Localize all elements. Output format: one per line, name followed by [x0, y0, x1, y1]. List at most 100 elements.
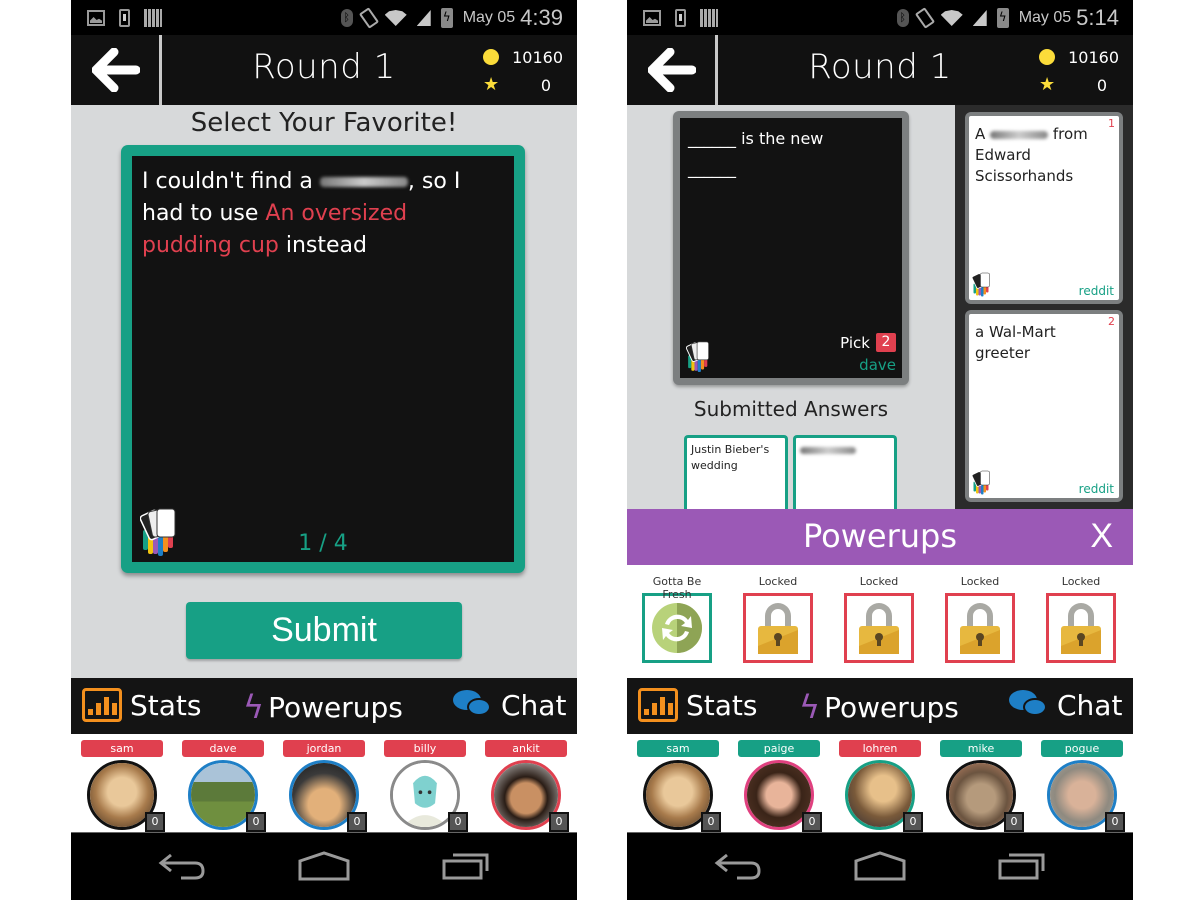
- tab-powerups[interactable]: ϟ Powerups: [799, 688, 959, 726]
- nav-back-icon[interactable]: [157, 851, 207, 881]
- app-header: Round 1 10160 ★ 0: [627, 35, 1133, 105]
- player-item[interactable]: lohren 0: [839, 740, 923, 832]
- status-time: 5:14: [1076, 5, 1119, 30]
- wifi-icon: [941, 10, 963, 26]
- player-item[interactable]: sam 0: [637, 740, 721, 832]
- powerup-label: Locked: [960, 575, 1000, 588]
- player-name: paige: [738, 740, 820, 757]
- player-name: sam: [81, 740, 163, 757]
- player-score: 0: [903, 812, 923, 832]
- player-score: 0: [549, 812, 569, 832]
- hand-card[interactable]: A from Edward Scissorhands 1 reddit: [965, 112, 1123, 304]
- hand-card-text-start: A: [975, 125, 986, 143]
- lightning-icon: ϟ: [799, 688, 821, 726]
- bluetooth-icon: ᛒ: [340, 9, 353, 27]
- player-item[interactable]: mike 0: [940, 740, 1024, 832]
- phone-screen-select-favorite: ᛒ May 05 4:39 Round 1 10160 ★ 0: [71, 0, 577, 900]
- powerup-label: Locked: [758, 575, 798, 588]
- hand-card-text: a Wal-Mart greeter: [975, 323, 1056, 362]
- tab-label: Powerups: [824, 690, 959, 724]
- powerups-panel-header: Powerups X: [627, 509, 1133, 565]
- powerup-item[interactable]: Locked: [839, 575, 919, 663]
- usb-notification-icon: [675, 9, 686, 27]
- tab-label: Chat: [501, 688, 567, 722]
- prompt-card: ______ is the new ______ Pick 2 dave: [673, 111, 909, 385]
- player-score: 0: [145, 812, 165, 832]
- hand-card[interactable]: a Wal-Mart greeter 2 reddit: [965, 310, 1123, 502]
- nav-recent-apps-icon[interactable]: [997, 851, 1047, 881]
- coin-count: 10160: [1068, 47, 1119, 67]
- player-score: 0: [347, 812, 367, 832]
- close-powerups-button[interactable]: X: [1090, 517, 1113, 556]
- system-nav-bar: [627, 832, 1133, 900]
- player-name: dave: [182, 740, 264, 757]
- coin-icon: [1039, 49, 1055, 65]
- player-name: billy: [384, 740, 466, 757]
- gallery-notification-icon: [643, 10, 661, 26]
- back-button[interactable]: [71, 35, 160, 105]
- prompt-text: ______ is the new ______: [688, 124, 894, 184]
- status-date: May 05: [462, 9, 516, 26]
- tab-label: Powerups: [268, 690, 403, 724]
- pick-indicator: Pick 2: [840, 333, 896, 352]
- powerup-item[interactable]: Locked: [1041, 575, 1121, 663]
- player-list: sam 0 dave 0 jordan 0 billy 0 ankit 0: [71, 734, 577, 832]
- submit-button[interactable]: Submit: [186, 602, 462, 659]
- powerup-item[interactable]: Locked: [738, 575, 818, 663]
- lock-icon: [859, 603, 899, 654]
- redacted-answer: [800, 446, 856, 454]
- app-header: Round 1 10160 ★ 0: [71, 35, 577, 105]
- vibrate-icon: [914, 7, 935, 29]
- bar-chart-icon: [638, 688, 678, 722]
- nav-home-icon[interactable]: [297, 851, 351, 881]
- powerup-item[interactable]: Gotta Be Fresh: [637, 575, 717, 663]
- card-counter: 1 / 4: [298, 531, 348, 556]
- answer-card[interactable]: I couldn't find a , so I had to use An o…: [121, 145, 525, 573]
- nav-recent-apps-icon[interactable]: [441, 851, 491, 881]
- card-text: I couldn't find a , so I had to use An o…: [142, 166, 500, 262]
- status-time: 4:39: [520, 5, 563, 30]
- player-item[interactable]: dave 0: [182, 740, 266, 832]
- tab-stats[interactable]: Stats: [638, 688, 757, 722]
- powerup-label: Gotta Be Fresh: [652, 575, 702, 601]
- nav-home-icon[interactable]: [853, 851, 907, 881]
- tab-chat[interactable]: Chat: [453, 688, 566, 722]
- player-item[interactable]: jordan 0: [283, 740, 367, 832]
- back-button[interactable]: [627, 35, 716, 105]
- bottom-tab-bar: Stats ϟ Powerups Chat: [71, 678, 577, 734]
- pick-label: Pick: [840, 333, 870, 352]
- lock-icon: [960, 603, 1000, 654]
- status-date: May 05: [1018, 9, 1072, 26]
- tab-stats[interactable]: Stats: [82, 688, 201, 722]
- player-item[interactable]: billy 0: [384, 740, 468, 832]
- lightning-icon: ϟ: [243, 688, 265, 726]
- player-item[interactable]: paige 0: [738, 740, 822, 832]
- gallery-notification-icon: [87, 10, 105, 26]
- coin-count: 10160: [512, 47, 563, 67]
- lock-icon: [758, 603, 798, 654]
- star-count: 0: [540, 75, 551, 95]
- player-name: jordan: [283, 740, 365, 757]
- prompt-line-2: ______: [688, 159, 736, 178]
- powerup-item[interactable]: Locked: [940, 575, 1020, 663]
- hand-cards-panel: A from Edward Scissorhands 1 reddit a Wa…: [955, 105, 1133, 509]
- vibrate-icon: [358, 7, 379, 29]
- tab-powerups[interactable]: ϟ Powerups: [243, 688, 403, 726]
- signal-icon: [416, 10, 431, 26]
- player-score: 0: [1105, 812, 1125, 832]
- deck-logo-icon: [972, 470, 990, 495]
- hand-card-text: A from Edward Scissorhands: [975, 124, 1109, 187]
- back-arrow-icon: [647, 48, 696, 92]
- redacted-word: [990, 130, 1049, 139]
- nav-back-icon[interactable]: [713, 851, 763, 881]
- powerup-label: Locked: [1061, 575, 1101, 588]
- star-count: 0: [1096, 75, 1107, 95]
- barcode-notification-icon: [700, 9, 718, 27]
- wifi-icon: [385, 10, 407, 26]
- tab-chat[interactable]: Chat: [1009, 688, 1122, 722]
- player-item[interactable]: ankit 0: [485, 740, 569, 832]
- hand-card-source: reddit: [1078, 284, 1114, 298]
- player-item[interactable]: sam 0: [81, 740, 165, 832]
- player-item[interactable]: pogue 0: [1041, 740, 1125, 832]
- player-score: 0: [246, 812, 266, 832]
